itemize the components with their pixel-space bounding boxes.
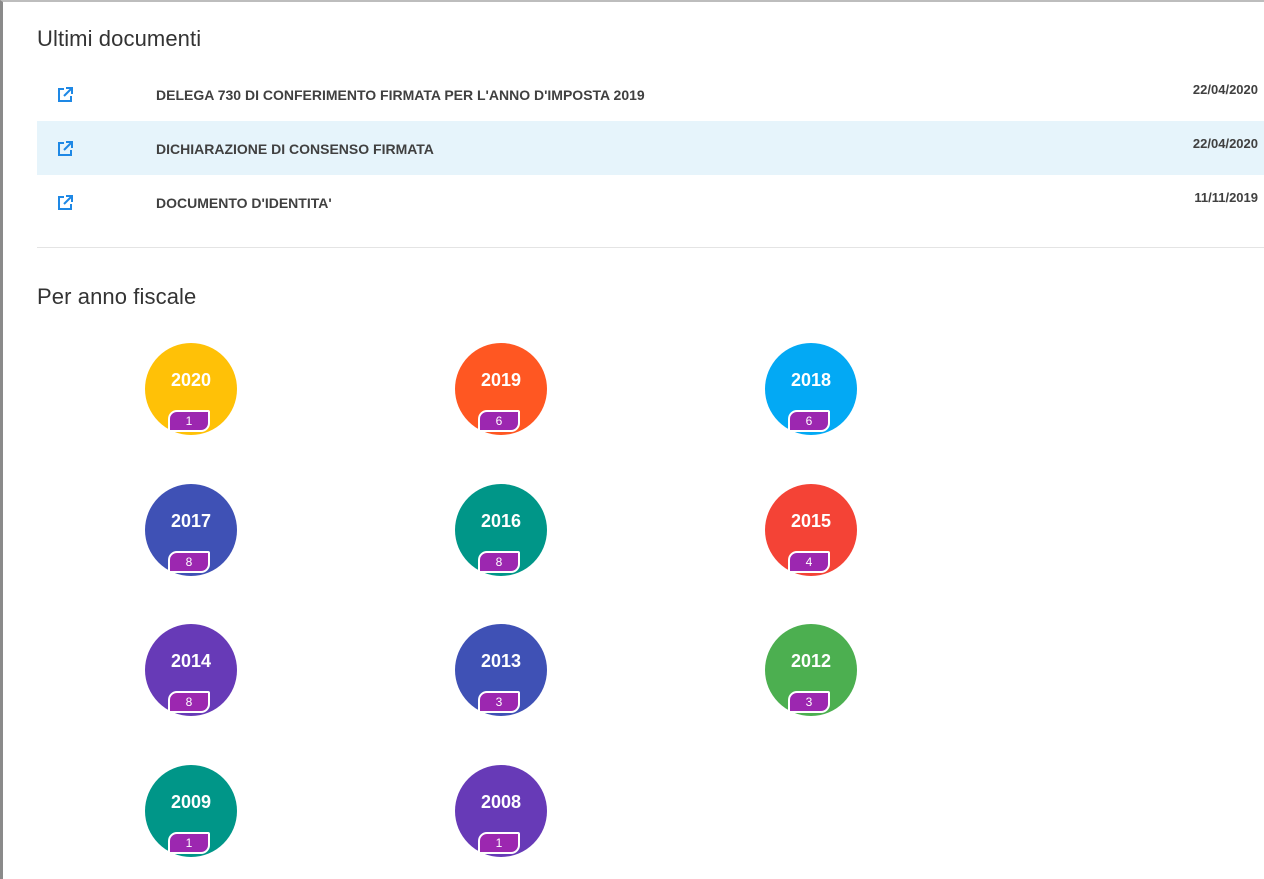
fiscal-year-2017[interactable]: 2017 8 [145, 484, 237, 584]
document-row[interactable]: DOCUMENTO D'IDENTITA' 11/11/2019 [37, 175, 1264, 229]
document-row[interactable]: DELEGA 730 DI CONFERIMENTO FIRMATA PER L… [37, 67, 1264, 121]
document-count-badge: 8 [478, 551, 520, 573]
document-count-badge: 1 [168, 832, 210, 854]
document-row[interactable]: DICHIARAZIONE DI CONSENSO FIRMATA 22/04/… [37, 121, 1264, 175]
year-label: 2013 [480, 651, 522, 671]
document-count-badge: 6 [478, 410, 520, 432]
document-date: 22/04/2020 [1192, 82, 1258, 97]
year-label: 2018 [790, 370, 832, 390]
open-external-icon[interactable] [55, 85, 75, 105]
document-title[interactable]: DICHIARAZIONE DI CONSENSO FIRMATA [156, 141, 434, 157]
fiscal-year-2013[interactable]: 2013 3 [455, 624, 547, 724]
year-label: 2012 [790, 651, 832, 671]
year-label: 2020 [170, 370, 212, 390]
year-label: 2014 [170, 651, 212, 671]
section-divider [37, 247, 1264, 248]
year-label: 2017 [170, 511, 212, 531]
year-label: 2008 [480, 792, 522, 812]
document-date: 22/04/2020 [1192, 136, 1258, 151]
open-external-icon[interactable] [55, 139, 75, 159]
recent-documents-title: Ultimi documenti [37, 26, 202, 51]
fiscal-year-2020[interactable]: 2020 1 [145, 343, 237, 443]
recent-documents-list: DELEGA 730 DI CONFERIMENTO FIRMATA PER L… [37, 67, 1264, 229]
fiscal-year-2012[interactable]: 2012 3 [765, 624, 857, 724]
year-label: 2015 [790, 511, 832, 531]
document-count-badge: 3 [478, 691, 520, 713]
document-count-badge: 1 [168, 410, 210, 432]
document-title[interactable]: DELEGA 730 DI CONFERIMENTO FIRMATA PER L… [156, 87, 645, 103]
year-label: 2016 [480, 511, 522, 531]
document-count-badge: 8 [168, 691, 210, 713]
fiscal-year-2009[interactable]: 2009 1 [145, 765, 237, 865]
document-title[interactable]: DOCUMENTO D'IDENTITA' [156, 195, 332, 211]
fiscal-year-2016[interactable]: 2016 8 [455, 484, 547, 584]
year-label: 2019 [480, 370, 522, 390]
document-count-badge: 6 [788, 410, 830, 432]
document-count-badge: 3 [788, 691, 830, 713]
fiscal-year-2018[interactable]: 2018 6 [765, 343, 857, 443]
document-count-badge: 4 [788, 551, 830, 573]
document-count-badge: 1 [478, 832, 520, 854]
document-count-badge: 8 [168, 551, 210, 573]
fiscal-year-2008[interactable]: 2008 1 [455, 765, 547, 865]
document-date: 11/11/2019 [1194, 190, 1258, 205]
fiscal-year-2014[interactable]: 2014 8 [145, 624, 237, 724]
fiscal-year-2015[interactable]: 2015 4 [765, 484, 857, 584]
year-label: 2009 [170, 792, 212, 812]
fiscal-year-2019[interactable]: 2019 6 [455, 343, 547, 443]
open-external-icon[interactable] [55, 193, 75, 213]
fiscal-years-title: Per anno fiscale [37, 284, 197, 309]
